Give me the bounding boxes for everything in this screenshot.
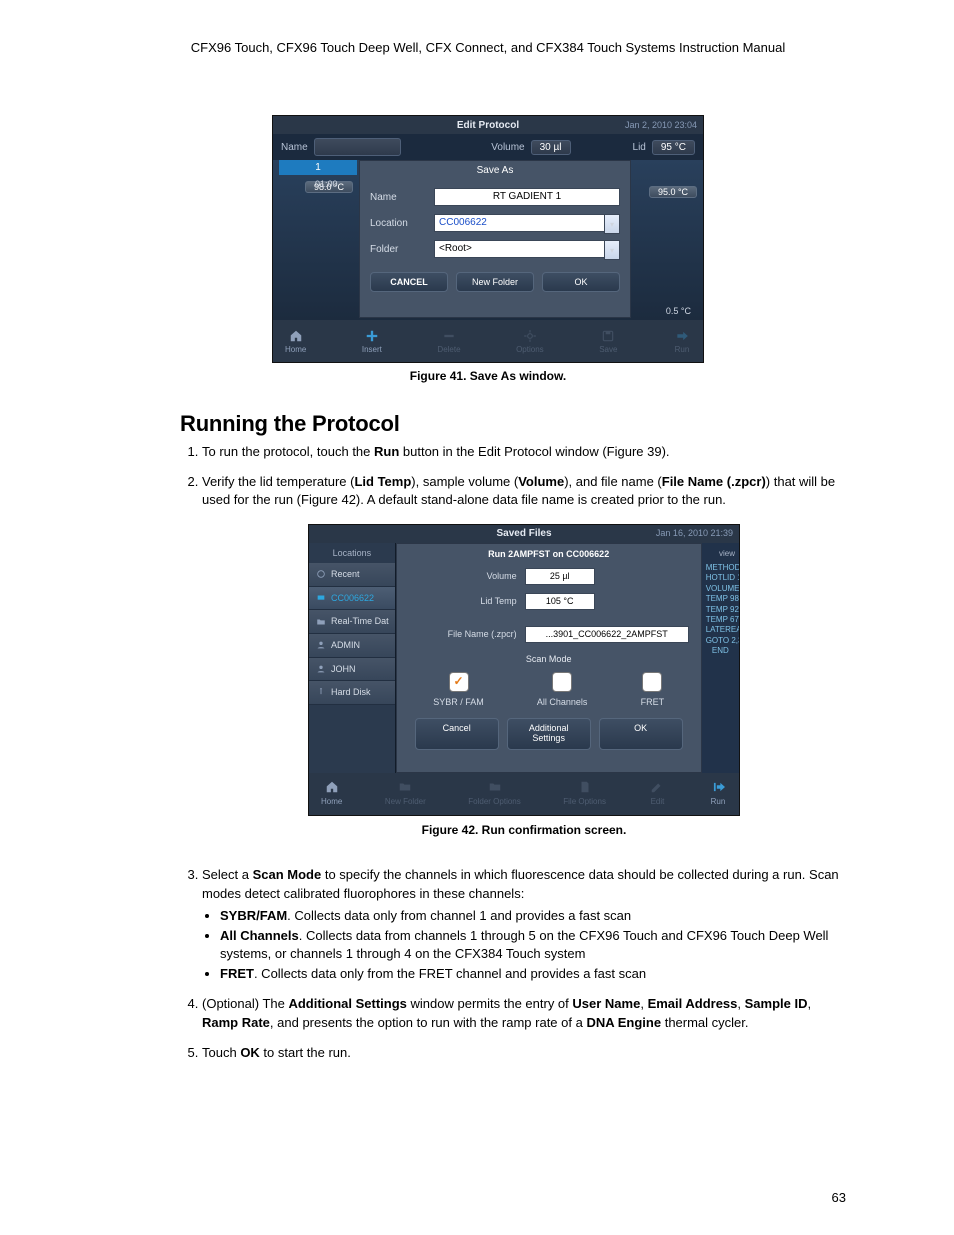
gear-icon xyxy=(521,329,539,343)
insert-button[interactable]: Insert xyxy=(362,329,382,354)
lid-label: Lid xyxy=(633,142,646,153)
location-item-recent[interactable]: Recent xyxy=(309,563,395,587)
window-title: Saved Files xyxy=(496,527,551,541)
pencil-icon xyxy=(648,780,666,794)
delete-button[interactable]: Delete xyxy=(437,329,460,354)
instrument-icon xyxy=(315,593,327,603)
list-item: SYBR/FAM. Collects data only from channe… xyxy=(220,907,846,925)
step-time: 01:00 xyxy=(315,179,338,189)
additional-settings-button[interactable]: Additional Settings xyxy=(507,718,591,750)
volume-field[interactable]: 25 µl xyxy=(525,568,595,585)
scan-mode-sybr-fam[interactable]: ✓SYBR / FAM xyxy=(433,672,484,709)
play-icon xyxy=(709,780,727,794)
sa-folder-field[interactable]: <Root> xyxy=(434,240,606,258)
folder-gear-icon xyxy=(486,780,504,794)
list-item: All Channels. Collects data from channel… xyxy=(220,927,846,963)
file-icon xyxy=(576,780,594,794)
figure-41-save-as-window: Edit Protocol Jan 2, 2010 23:04 Name Vol… xyxy=(272,115,704,363)
run-confirmation-panel: Run 2AMPFST on CC006622 Volume 25 µl Lid … xyxy=(396,543,702,773)
options-button[interactable]: Options xyxy=(516,329,544,354)
list-item: Verify the lid temperature (Lid Temp), s… xyxy=(202,473,846,838)
new-folder-button[interactable]: New Folder xyxy=(456,272,534,292)
plus-icon xyxy=(363,329,381,343)
volume-label: Volume xyxy=(409,570,517,583)
cancel-button[interactable]: CANCEL xyxy=(370,272,448,292)
check-icon: ✓ xyxy=(453,673,463,690)
save-as-panel: Save As Name RT GADIENT 1 Location CC006… xyxy=(359,160,631,318)
volume-label: Volume xyxy=(491,142,524,153)
ok-button[interactable]: OK xyxy=(599,718,683,750)
home-button[interactable]: Home xyxy=(321,780,342,807)
folder-plus-icon xyxy=(396,780,414,794)
window-date: Jan 2, 2010 23:04 xyxy=(625,120,697,130)
folder-icon xyxy=(315,617,327,627)
run-button[interactable]: Run xyxy=(709,780,727,807)
user-icon xyxy=(315,640,327,650)
list-item: FRET. Collects data only from the FRET c… xyxy=(220,965,846,983)
section-heading: Running the Protocol xyxy=(180,411,846,437)
arrow-right-icon xyxy=(673,329,691,343)
sa-folder-label: Folder xyxy=(370,244,424,255)
list-item: To run the protocol, touch the Run butto… xyxy=(202,443,846,461)
volume-value[interactable]: 30 µl xyxy=(531,140,571,155)
scan-mode-fret[interactable]: FRET xyxy=(641,672,665,709)
figure-42-run-confirmation: Saved Files Jan 16, 2010 21:39 Locations… xyxy=(308,524,740,816)
list-item: Touch OK to start the run. xyxy=(202,1044,846,1062)
figure-41-caption: Figure 41. Save As window. xyxy=(130,369,846,383)
step-number: 1 xyxy=(279,160,357,175)
sa-name-field[interactable]: RT GADIENT 1 xyxy=(434,188,620,206)
figure-42-caption: Figure 42. Run confirmation screen. xyxy=(202,822,846,839)
chevron-down-icon[interactable]: ▾ xyxy=(604,240,620,260)
lid-temp-field[interactable]: 105 °C xyxy=(525,593,595,610)
file-name-label: File Name (.zpcr) xyxy=(409,628,517,641)
step-temp-right[interactable]: 95.0 °C xyxy=(649,186,697,198)
name-label: Name xyxy=(281,142,308,153)
location-item-instrument[interactable]: CC006622 xyxy=(309,587,395,611)
running-header: CFX96 Touch, CFX96 Touch Deep Well, CFX … xyxy=(130,40,846,55)
save-icon xyxy=(599,329,617,343)
new-folder-button[interactable]: New Folder xyxy=(385,780,426,807)
lid-value[interactable]: 95 °C xyxy=(652,140,695,155)
home-button[interactable]: Home xyxy=(285,329,306,354)
edit-button[interactable]: Edit xyxy=(648,780,666,807)
list-item: (Optional) The Additional Settings windo… xyxy=(202,995,846,1031)
instruction-list: To run the protocol, touch the Run butto… xyxy=(202,443,846,1062)
location-item-john[interactable]: JOHN xyxy=(309,658,395,682)
protocol-name-input[interactable] xyxy=(314,138,401,156)
run-panel-title: Run 2AMPFST on CC006622 xyxy=(397,544,701,565)
cancel-button[interactable]: Cancel xyxy=(415,718,499,750)
file-options-button[interactable]: File Options xyxy=(563,780,606,807)
chevron-down-icon[interactable]: ▾ xyxy=(604,214,620,234)
step-rate-right: 0.5 °C xyxy=(666,306,691,316)
scan-mode-title: Scan Mode xyxy=(397,653,701,666)
location-item-rtdata[interactable]: Real-Time Dat xyxy=(309,610,395,634)
sa-location-label: Location xyxy=(370,218,424,229)
window-date: Jan 16, 2010 21:39 xyxy=(656,527,733,540)
clock-icon xyxy=(315,569,327,579)
sa-name-label: Name xyxy=(370,192,424,203)
run-button[interactable]: Run xyxy=(673,329,691,354)
list-item: Select a Scan Mode to specify the channe… xyxy=(202,866,846,983)
minus-icon xyxy=(440,329,458,343)
save-button[interactable]: Save xyxy=(599,329,617,354)
locations-header: Locations xyxy=(309,543,395,564)
usb-icon xyxy=(315,687,327,697)
scan-mode-all-channels[interactable]: All Channels xyxy=(537,672,588,709)
sa-location-field[interactable]: CC006622 xyxy=(434,214,606,232)
folder-options-button[interactable]: Folder Options xyxy=(468,780,520,807)
page-number: 63 xyxy=(832,1190,846,1205)
home-icon xyxy=(323,780,341,794)
window-title: Edit Protocol xyxy=(457,120,519,131)
ok-button[interactable]: OK xyxy=(542,272,620,292)
location-item-admin[interactable]: ADMIN xyxy=(309,634,395,658)
file-name-field[interactable]: ...3901_CC006622_2AMPFST xyxy=(525,626,689,643)
user-icon xyxy=(315,664,327,674)
lid-temp-label: Lid Temp xyxy=(409,595,517,608)
protocol-preview: view METHOD CALC HOTLID 105,30 VOLUME 25… xyxy=(702,543,739,773)
location-item-harddisk[interactable]: Hard Disk xyxy=(309,681,395,705)
home-icon xyxy=(287,329,305,343)
save-as-title: Save As xyxy=(360,161,630,180)
